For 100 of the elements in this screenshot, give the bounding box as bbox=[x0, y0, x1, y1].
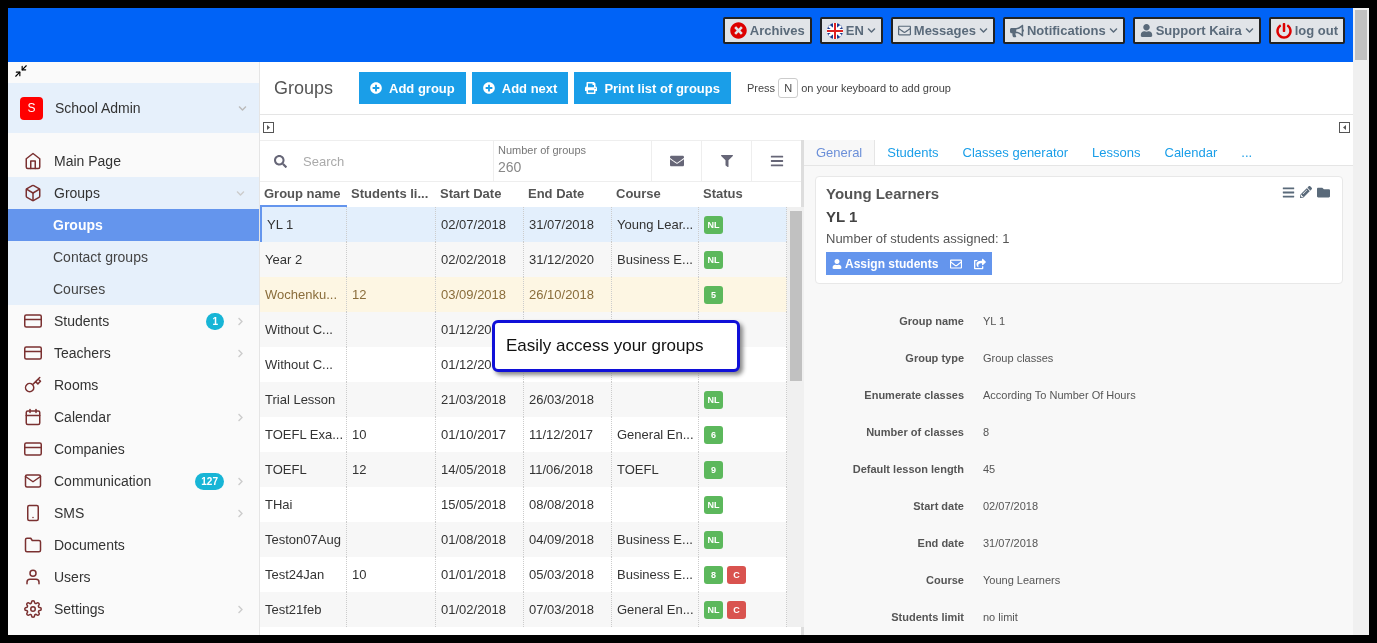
status-tag: NL bbox=[704, 250, 723, 269]
field-label: Default lesson length bbox=[851, 461, 964, 477]
sidebar-subitem[interactable]: Courses bbox=[8, 273, 259, 305]
table-cell: 31/12/2020 bbox=[524, 242, 612, 277]
field-value: According To Number Of Hours bbox=[982, 387, 1137, 403]
sidebar-item[interactable]: Settings bbox=[8, 593, 259, 625]
id-card-icon bbox=[24, 344, 42, 362]
flag-icon bbox=[826, 22, 843, 39]
table-cell: Teston07Aug bbox=[260, 522, 347, 557]
status-tag: 5 bbox=[704, 285, 723, 304]
sidebar-item[interactable]: SMS bbox=[8, 497, 259, 529]
sidebar-item-label: Settings bbox=[54, 601, 106, 617]
table-cell: 04/09/2018 bbox=[524, 522, 612, 557]
envelope-icon bbox=[24, 472, 42, 490]
collapse-icon[interactable] bbox=[14, 64, 28, 78]
sidebar-item[interactable]: Students 1 bbox=[8, 305, 259, 337]
status-tag: NL bbox=[704, 390, 723, 409]
sidebar-item[interactable]: Rooms bbox=[8, 369, 259, 401]
caret-icon bbox=[866, 26, 876, 35]
caret-icon bbox=[1108, 26, 1118, 35]
sidebar-item[interactable]: Documents bbox=[8, 529, 259, 561]
table-cell: 07/03/2018 bbox=[524, 592, 612, 627]
envelope-icon[interactable] bbox=[950, 257, 963, 270]
box-icon bbox=[24, 184, 42, 202]
count-label: Number of groups bbox=[498, 144, 588, 156]
group-title: YL 1 bbox=[826, 208, 859, 225]
column-header[interactable]: Start Date bbox=[436, 182, 524, 207]
page-title: Groups bbox=[274, 77, 334, 99]
chevron-icon bbox=[238, 103, 247, 113]
table-cell: Test21feb bbox=[260, 592, 347, 627]
field-label: Group name bbox=[898, 313, 964, 329]
sidebar-item-label: SMS bbox=[54, 505, 86, 521]
folder-icon[interactable] bbox=[1317, 186, 1330, 199]
field-label: Enumerate classes bbox=[863, 387, 964, 403]
scrollbar[interactable] bbox=[787, 207, 804, 627]
field-value: no limit bbox=[982, 609, 1019, 625]
top-bar-button[interactable]: EN bbox=[819, 17, 883, 44]
table-cell: 21/03/2018 bbox=[436, 382, 524, 417]
table-cell: 11/06/2018 bbox=[524, 452, 612, 487]
share-icon[interactable] bbox=[974, 257, 987, 270]
table-cell: 12 bbox=[347, 277, 436, 312]
table-cell: 01/02/2018 bbox=[436, 592, 524, 627]
table-cell: Young Lear... bbox=[612, 207, 699, 242]
status-tag: 8 bbox=[704, 565, 723, 584]
close-icon bbox=[729, 22, 747, 39]
sidebar-item[interactable]: Users bbox=[8, 561, 259, 593]
sidebar-item-label: Rooms bbox=[54, 377, 100, 393]
column-header[interactable]: Status bbox=[699, 182, 787, 207]
sidebar-item[interactable]: Calendar bbox=[8, 401, 259, 433]
scrollbar[interactable] bbox=[1353, 8, 1369, 635]
pencil-icon[interactable] bbox=[1300, 186, 1312, 198]
sidebar-item-label: Companies bbox=[54, 441, 126, 457]
top-bar-button[interactable]: log out bbox=[1268, 17, 1345, 44]
course-title: Young Learners bbox=[826, 185, 940, 202]
school-avatar: S bbox=[20, 96, 43, 120]
column-header[interactable]: Students li... bbox=[347, 182, 436, 207]
count-badge: 1 bbox=[206, 312, 224, 330]
sidebar-item[interactable]: Companies bbox=[8, 433, 259, 465]
top-bar-button[interactable]: Notifications bbox=[1002, 17, 1125, 44]
key-icon bbox=[24, 376, 42, 394]
menu-icon[interactable] bbox=[1282, 186, 1295, 199]
column-header[interactable]: End Date bbox=[524, 182, 612, 207]
caret-icon bbox=[1244, 26, 1254, 35]
table-cell: 26/03/2018 bbox=[524, 382, 612, 417]
sidebar-item[interactable]: Main Page bbox=[8, 145, 259, 177]
settings-icon bbox=[24, 600, 42, 618]
envelope-icon bbox=[897, 24, 911, 37]
assigned-count: Number of students assigned: 1 bbox=[826, 231, 1011, 246]
id-card-icon bbox=[24, 312, 42, 330]
sidebar-subitem[interactable]: Contact groups bbox=[8, 241, 259, 273]
sidebar-item-label: Teachers bbox=[54, 345, 112, 361]
expand-panel-icon[interactable] bbox=[263, 122, 274, 133]
status-tag: NL bbox=[704, 495, 723, 514]
collapse-panel-icon[interactable] bbox=[1339, 122, 1350, 133]
user-icon bbox=[832, 258, 842, 269]
table-cell: 02/02/2018 bbox=[436, 242, 524, 277]
status-tag: 9 bbox=[704, 460, 723, 479]
top-bar-button[interactable]: Support Kaira bbox=[1132, 17, 1261, 44]
sidebar-item[interactable]: Groups bbox=[8, 177, 259, 209]
top-bar-button[interactable]: Archives bbox=[722, 17, 812, 44]
table-cell: Business E... bbox=[612, 242, 699, 277]
power-icon bbox=[1275, 22, 1292, 39]
table-cell: 03/09/2018 bbox=[436, 277, 524, 312]
sidebar-item[interactable]: Communication 127 bbox=[8, 465, 259, 497]
field-label: Group type bbox=[904, 350, 964, 366]
field-label: Students limit bbox=[890, 609, 964, 625]
home-icon bbox=[24, 152, 42, 170]
table-cell: 26/10/2018 bbox=[524, 277, 612, 312]
sidebar-item-label: Main Page bbox=[54, 153, 122, 169]
table-cell: 12 bbox=[347, 452, 436, 487]
sidebar-item[interactable]: Teachers bbox=[8, 337, 259, 369]
plus-icon bbox=[370, 82, 383, 94]
school-selector[interactable]: S School Admin bbox=[8, 83, 259, 133]
column-header[interactable]: Course bbox=[612, 182, 699, 207]
field-value: Young Learners bbox=[982, 572, 1062, 588]
table-cell: Wochenku... bbox=[260, 277, 347, 312]
field-label: Number of classes bbox=[865, 424, 964, 440]
table-cell: Without C... bbox=[260, 312, 347, 347]
top-bar-button[interactable]: Messages bbox=[890, 17, 995, 44]
user-icon bbox=[24, 568, 42, 586]
